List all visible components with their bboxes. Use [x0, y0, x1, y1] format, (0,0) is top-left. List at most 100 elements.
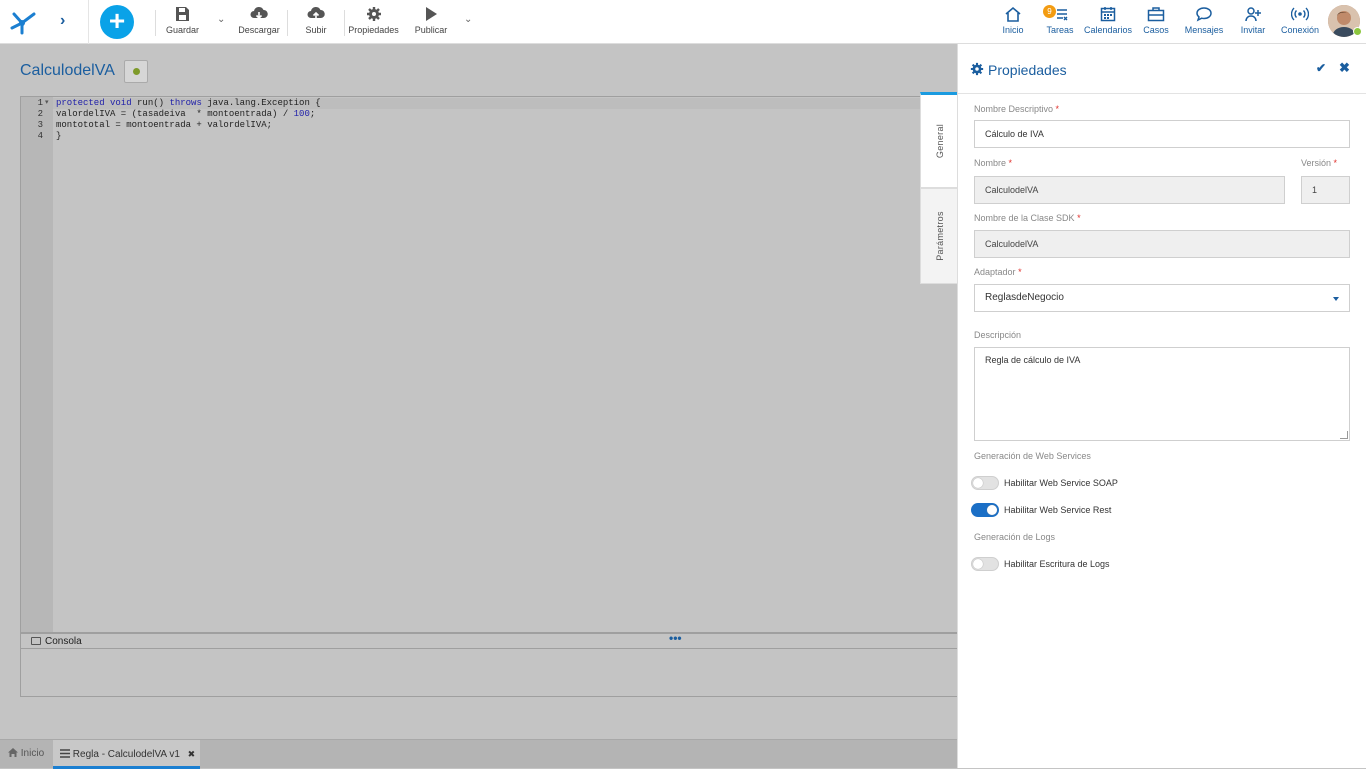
save-label: Guardar	[166, 25, 200, 35]
nav-casos[interactable]: Casos	[1143, 6, 1169, 40]
download-button[interactable]: Descargar	[238, 6, 280, 40]
expand-menu-chevron-icon[interactable]: ›	[60, 12, 65, 30]
nav-conexion[interactable]: Conexión	[1281, 6, 1319, 40]
resize-grip-icon[interactable]	[1340, 431, 1348, 439]
divider	[287, 10, 288, 36]
tab-general[interactable]: General	[920, 92, 958, 188]
required-mark: *	[1333, 158, 1338, 168]
console-panel: Consola •••	[20, 631, 957, 697]
console-icon	[31, 637, 41, 645]
console-header[interactable]: Consola •••	[21, 631, 957, 649]
page-title: CalculodelVA	[20, 62, 115, 79]
code-text: valordelIVA = (tasadeiva * montoentrada)…	[56, 109, 294, 119]
label-text: Versión	[1301, 158, 1332, 168]
nav-mensajes[interactable]: Mensajes	[1184, 6, 1224, 40]
close-icon[interactable]: ✖	[1339, 60, 1350, 76]
tab-inicio-label: Inicio	[20, 748, 45, 759]
code-text: java.lang.Exception {	[201, 98, 321, 108]
line-number-gutter	[21, 97, 53, 632]
dropdown-caret-icon	[1333, 297, 1339, 301]
required-mark: *	[1008, 158, 1013, 168]
tasks-count-badge: 9	[1043, 5, 1056, 18]
properties-vertical-tabs: General Parámetros	[920, 92, 958, 284]
toggle-knob	[987, 505, 997, 515]
cloud-download-icon	[250, 6, 268, 20]
tab-inicio[interactable]: Inicio	[0, 740, 52, 769]
line-number: 3	[37, 120, 43, 130]
add-new-button[interactable]: +	[100, 5, 134, 39]
status-dot-icon	[133, 68, 140, 75]
logs-toggle-label: Habilitar Escritura de Logs	[1004, 559, 1110, 569]
adaptador-selected-value: ReglasdeNegocio	[985, 292, 1064, 303]
nombre-descriptivo-input[interactable]: Cálculo de IVA	[974, 120, 1350, 148]
version-input[interactable]: 1	[1301, 176, 1350, 204]
adaptador-select[interactable]: ReglasdeNegocio	[974, 284, 1350, 312]
close-tab-icon[interactable]: ✖	[188, 749, 196, 759]
properties-button[interactable]: Propiedades	[348, 6, 399, 40]
tab-regla[interactable]: Regla - CalculodelVA v1 ✖	[53, 740, 200, 769]
confirm-check-icon[interactable]: ✔	[1316, 61, 1326, 75]
code-editor[interactable]: 1 ▾ protected void run() throws java.lan…	[20, 96, 958, 633]
calendar-icon	[1100, 7, 1116, 22]
line-number: 2	[37, 109, 43, 119]
rule-list-icon	[60, 749, 70, 758]
web-services-section-title: Generación de Web Services	[974, 451, 1091, 461]
nav-mensajes-label: Mensajes	[1184, 25, 1224, 35]
nav-tareas-label: Tareas	[1046, 25, 1074, 35]
chat-bubble-icon	[1196, 7, 1212, 22]
nombre-input[interactable]: CalculodelVA	[974, 176, 1285, 204]
upload-label: Subir	[305, 25, 327, 35]
soap-toggle[interactable]	[971, 476, 999, 490]
save-dropdown-chevron-icon[interactable]: ⌄	[217, 14, 225, 25]
soap-toggle-label: Habilitar Web Service SOAP	[1004, 478, 1118, 488]
app-logo-icon[interactable]	[8, 6, 40, 38]
descripcion-textarea[interactable]: Regla de cálculo de IVA	[974, 347, 1350, 441]
nav-invitar-label: Invitar	[1240, 25, 1266, 35]
required-mark: *	[1018, 267, 1022, 277]
console-resize-handle[interactable]: •••	[669, 631, 682, 646]
properties-panel: Propiedades ✔ ✖ Nombre Descriptivo * Cál…	[957, 44, 1366, 768]
save-button[interactable]: Guardar	[166, 6, 200, 40]
properties-label: Propiedades	[348, 25, 399, 35]
rest-toggle[interactable]	[971, 503, 999, 517]
home-icon	[1005, 6, 1021, 22]
properties-title: Propiedades	[988, 62, 1067, 78]
code-line-2: valordelIVA = (tasadeiva * montoentrada)…	[56, 109, 315, 120]
tab-regla-label: Regla - CalculodelVA v1	[72, 749, 180, 760]
label-text: Nombre Descriptivo	[974, 104, 1054, 114]
code-keyword: protected void	[56, 98, 132, 108]
nav-inicio[interactable]: Inicio	[1000, 6, 1026, 40]
add-user-icon	[1245, 7, 1261, 22]
code-number-literal: 100	[293, 109, 310, 119]
label-text: Nombre	[974, 158, 1007, 168]
line-number: 1	[37, 98, 43, 108]
logs-toggle[interactable]	[971, 557, 999, 571]
publish-dropdown-chevron-icon[interactable]: ⌄	[464, 14, 472, 25]
nav-tareas[interactable]: 9 Tareas	[1043, 5, 1075, 40]
nav-calendarios[interactable]: Calendarios	[1084, 6, 1132, 40]
descripcion-label: Descripción	[974, 330, 1022, 340]
home-icon	[8, 748, 18, 757]
fold-arrow-icon[interactable]: ▾	[45, 98, 49, 109]
code-text: run()	[131, 98, 170, 108]
nav-invitar[interactable]: Invitar	[1239, 6, 1267, 40]
briefcase-icon	[1147, 7, 1165, 22]
nombre-label: Nombre *	[974, 158, 1012, 168]
status-button[interactable]	[124, 60, 148, 83]
toggle-knob	[973, 478, 983, 488]
code-line-4: }	[56, 131, 62, 141]
clase-sdk-label: Nombre de la Clase SDK *	[974, 213, 1081, 223]
upload-button[interactable]: Subir	[303, 6, 329, 40]
nav-casos-label: Casos	[1143, 25, 1169, 35]
save-icon	[176, 7, 189, 21]
download-label: Descargar	[238, 25, 280, 35]
code-text: ;	[309, 109, 316, 119]
nav-conexion-label: Conexión	[1281, 25, 1320, 35]
publish-button[interactable]: Publicar	[414, 6, 448, 40]
tab-parametros[interactable]: Parámetros	[920, 188, 958, 284]
clase-sdk-input[interactable]: CalculodelVA	[974, 230, 1350, 258]
divider	[155, 10, 156, 36]
connection-signal-icon	[1291, 7, 1309, 21]
cloud-upload-icon	[307, 6, 325, 21]
publish-label: Publicar	[414, 25, 448, 35]
